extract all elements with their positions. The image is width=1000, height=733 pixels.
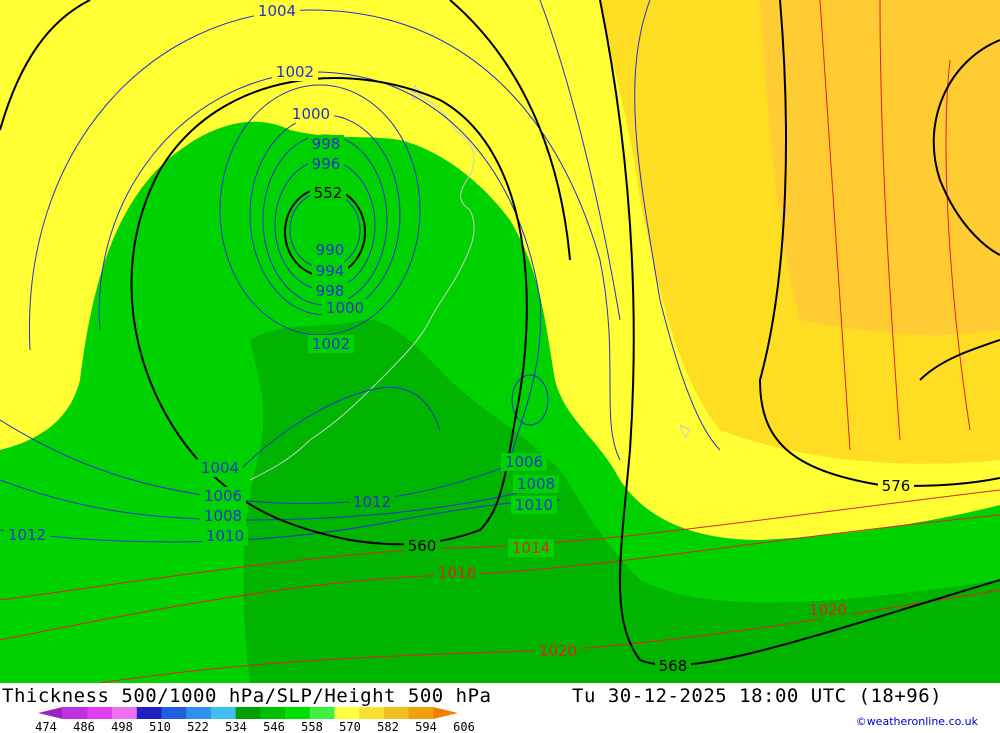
scale-swatch [87,707,113,719]
svg-text:1006: 1006 [505,453,543,471]
scale-tick-label: 498 [111,720,133,733]
svg-text:998: 998 [312,135,341,153]
svg-text:1002: 1002 [312,335,350,353]
isobar-label: 1012 [349,493,395,511]
scale-swatch [285,707,311,719]
svg-text:560: 560 [408,537,437,555]
svg-text:1004: 1004 [258,2,296,20]
isobar-label: 1006 [200,487,246,505]
scale-swatch [112,707,138,719]
scale-tick-label: 606 [453,720,475,733]
svg-text:1008: 1008 [204,507,242,525]
scale-swatch [309,707,335,719]
scale-swatch [38,707,63,719]
isobar-label: 998 [312,282,348,300]
isobar-label: 1002 [308,335,354,353]
weather-map: 1004 1002 1000 998 996 990 994 998 1000 … [0,0,1000,683]
isobar-label: 1004 [197,459,243,477]
svg-text:1008: 1008 [517,475,555,493]
scale-swatch [260,707,286,719]
height-label: 560 [404,537,440,555]
svg-text:1020: 1020 [539,642,577,660]
isobar-label: 1016 [434,564,480,582]
map-title: Thickness 500/1000 hPa/SLP/Height 500 hP… [2,685,492,707]
scale-swatch [408,707,434,719]
scale-tick-label: 558 [301,720,323,733]
height-label: 552 [310,184,346,202]
isobar-label: 1020 [805,601,851,619]
isobar-label: 1006 [501,453,547,471]
scale-bars [38,707,458,719]
scale-swatch [235,707,261,719]
scale-tick-label: 594 [415,720,437,733]
isobar-label: 1014 [508,539,554,557]
svg-text:568: 568 [659,657,688,675]
svg-text:1002: 1002 [276,63,314,81]
svg-text:1000: 1000 [292,105,330,123]
height-label: 568 [655,657,691,675]
isobar-label: 1010 [202,527,248,545]
svg-text:552: 552 [314,184,343,202]
credit-link[interactable]: ©weatheronline.co.uk [856,715,978,728]
svg-text:990: 990 [316,241,345,259]
svg-text:1016: 1016 [438,564,476,582]
svg-text:1006: 1006 [204,487,242,505]
isobar-label: 998 [308,135,344,153]
scale-swatch [433,707,458,719]
scale-tick-label: 510 [149,720,171,733]
isobar-label: 1000 [288,105,334,123]
isobar-label: 990 [312,241,348,259]
valid-time: Tu 30-12-2025 18:00 UTC (18+96) [572,685,943,707]
isobar-label: 1004 [254,2,300,20]
svg-text:996: 996 [312,155,341,173]
isobar-label: 1012 [4,526,50,544]
scale-tick-label: 486 [73,720,95,733]
scale-swatch [359,707,385,719]
svg-text:1014: 1014 [512,539,550,557]
color-scale: 474 486 498 510 522 534 546 558 570 582 594 606 [35,707,475,733]
scale-tick-label: 582 [377,720,399,733]
isobar-label: 1020 [535,642,581,660]
scale-tick-label: 474 [35,720,57,733]
isobar-label: 994 [312,262,348,280]
isobar-label: 1008 [200,507,246,525]
scale-swatch [334,707,360,719]
svg-text:1012: 1012 [8,526,46,544]
scale-swatch [136,707,163,719]
isobar-label: 1000 [322,299,368,317]
svg-text:1000: 1000 [326,299,364,317]
scale-swatch [383,707,410,719]
isobar-label: 1008 [513,475,559,493]
scale-swatch [161,707,187,719]
svg-text:1010: 1010 [515,496,553,514]
scale-swatch [62,707,88,719]
svg-text:1010: 1010 [206,527,244,545]
height-label: 576 [878,477,914,495]
svg-text:998: 998 [316,282,345,300]
svg-text:1012: 1012 [353,493,391,511]
scale-ticks: 474 486 498 510 522 534 546 558 570 582 594 606 [35,720,475,733]
scale-tick-label: 522 [187,720,209,733]
scale-swatch [186,707,212,719]
svg-text:1020: 1020 [809,601,847,619]
scale-swatch [210,707,237,719]
svg-text:994: 994 [316,262,345,280]
svg-text:1004: 1004 [201,459,239,477]
svg-text:576: 576 [882,477,911,495]
scale-tick-label: 534 [225,720,247,733]
scale-tick-label: 546 [263,720,285,733]
isobar-label: 1002 [272,63,318,81]
scale-tick-label: 570 [339,720,361,733]
isobar-label: 1010 [511,496,557,514]
isobar-label: 996 [308,155,344,173]
